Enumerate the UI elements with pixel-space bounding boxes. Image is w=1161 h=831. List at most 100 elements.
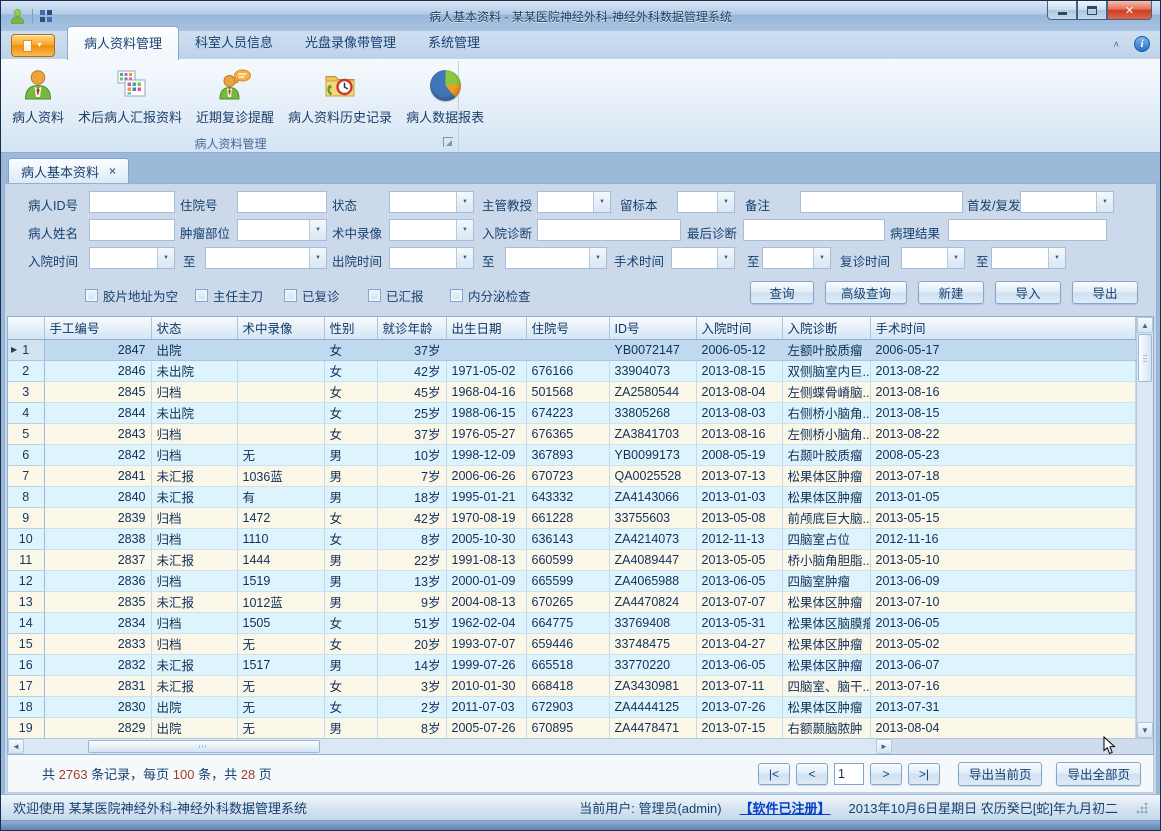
table-cell[interactable]: 男 bbox=[324, 591, 377, 612]
table-cell[interactable]: 2013-01-03 bbox=[696, 486, 782, 507]
table-cell[interactable]: 2012-11-13 bbox=[696, 528, 782, 549]
table-cell[interactable]: 未汇报 bbox=[151, 486, 237, 507]
combo-dropdown-icon[interactable]: ▼ bbox=[593, 192, 610, 212]
close-button[interactable]: ✕ bbox=[1107, 1, 1152, 20]
table-cell[interactable]: 未汇报 bbox=[151, 591, 237, 612]
table-cell[interactable]: 左侧蝶骨嵴脑... bbox=[782, 381, 870, 402]
ribbon-button-data-reports[interactable]: 病人数据报表 bbox=[399, 64, 491, 130]
filter-text-input[interactable] bbox=[237, 191, 327, 213]
column-header[interactable]: 状态 bbox=[151, 317, 237, 339]
table-cell[interactable]: 3岁 bbox=[377, 675, 446, 696]
collapse-ribbon-icon[interactable]: ∧ bbox=[1113, 40, 1120, 49]
minimize-button[interactable] bbox=[1047, 1, 1077, 20]
table-cell[interactable]: 归档 bbox=[151, 444, 237, 465]
checkbox[interactable] bbox=[368, 289, 381, 302]
table-cell[interactable]: 2837 bbox=[44, 549, 151, 570]
row-header[interactable]: 10 bbox=[8, 528, 44, 549]
table-cell[interactable]: 676365 bbox=[526, 423, 609, 444]
table-cell[interactable]: 2013-05-08 bbox=[696, 507, 782, 528]
table-cell[interactable]: 1995-01-21 bbox=[446, 486, 526, 507]
table-cell[interactable]: 2013-06-05 bbox=[696, 570, 782, 591]
table-cell[interactable]: 2013-06-05 bbox=[696, 654, 782, 675]
table-cell[interactable]: ZA4065988 bbox=[609, 570, 696, 591]
table-cell[interactable]: 女 bbox=[324, 423, 377, 444]
table-cell[interactable]: 未汇报 bbox=[151, 654, 237, 675]
table-cell[interactable]: 33770220 bbox=[609, 654, 696, 675]
table-cell[interactable]: 未汇报 bbox=[151, 675, 237, 696]
table-cell[interactable]: 9岁 bbox=[377, 591, 446, 612]
table-cell[interactable]: 无 bbox=[237, 633, 324, 654]
table-cell[interactable]: 2841 bbox=[44, 465, 151, 486]
row-header[interactable]: 12 bbox=[8, 570, 44, 591]
table-cell[interactable]: 51岁 bbox=[377, 612, 446, 633]
row-header[interactable]: 17 bbox=[8, 675, 44, 696]
import-button[interactable]: 导入 bbox=[995, 281, 1061, 304]
table-cell[interactable]: 四脑室肿瘤 bbox=[782, 570, 870, 591]
new-button[interactable]: 新建 bbox=[918, 281, 984, 304]
filter-combo[interactable]: ▼ bbox=[901, 247, 965, 269]
table-cell[interactable]: 左侧桥小脑角... bbox=[782, 423, 870, 444]
table-cell[interactable]: 男 bbox=[324, 654, 377, 675]
table-cell[interactable]: 2013-08-04 bbox=[696, 381, 782, 402]
table-cell[interactable]: 男 bbox=[324, 570, 377, 591]
table-cell[interactable]: 674223 bbox=[526, 402, 609, 423]
table-cell[interactable]: 无 bbox=[237, 675, 324, 696]
filter-combo[interactable]: ▼ bbox=[389, 219, 474, 241]
filter-combo[interactable]: ▼ bbox=[537, 191, 611, 213]
table-cell[interactable]: 2013-08-04 bbox=[870, 717, 1136, 738]
table-cell[interactable]: 归档 bbox=[151, 423, 237, 444]
table-cell[interactable]: 661228 bbox=[526, 507, 609, 528]
table-row[interactable]: 182830出院无女2岁2011-07-03672903ZA4444125201… bbox=[8, 696, 1136, 717]
checkbox[interactable] bbox=[85, 289, 98, 302]
table-cell[interactable]: 2847 bbox=[44, 339, 151, 360]
table-cell[interactable]: 归档 bbox=[151, 633, 237, 654]
table-cell[interactable]: 672903 bbox=[526, 696, 609, 717]
table-cell[interactable]: 1962-02-04 bbox=[446, 612, 526, 633]
table-cell[interactable]: 归档 bbox=[151, 381, 237, 402]
row-header[interactable]: 15 bbox=[8, 633, 44, 654]
table-cell[interactable]: 501568 bbox=[526, 381, 609, 402]
table-cell[interactable]: ZA4478471 bbox=[609, 717, 696, 738]
horizontal-scrollbar[interactable]: ◄ ► bbox=[8, 738, 892, 754]
table-cell[interactable]: 女 bbox=[324, 675, 377, 696]
table-cell[interactable]: 2013-08-15 bbox=[696, 360, 782, 381]
ribbon-button-history-records[interactable]: 病人资料历史记录 bbox=[281, 64, 399, 130]
ribbon-tab-disc-video-management[interactable]: 光盘录像带管理 bbox=[289, 26, 412, 59]
table-cell[interactable]: 33904073 bbox=[609, 360, 696, 381]
table-cell[interactable]: 665518 bbox=[526, 654, 609, 675]
column-header[interactable]: ID号 bbox=[609, 317, 696, 339]
row-header[interactable]: 2 bbox=[8, 360, 44, 381]
table-cell[interactable]: 668418 bbox=[526, 675, 609, 696]
scroll-left-icon[interactable]: ◄ bbox=[8, 739, 24, 754]
scroll-up-icon[interactable]: ▲ bbox=[1137, 317, 1153, 333]
ribbon-button-patient-data[interactable]: 病人资料 bbox=[5, 64, 71, 130]
table-cell[interactable]: 2844 bbox=[44, 402, 151, 423]
table-cell[interactable]: 前颅底巨大脑... bbox=[782, 507, 870, 528]
table-cell[interactable]: 2013-04-27 bbox=[696, 633, 782, 654]
table-row[interactable]: 132835未汇报1012蓝男9岁2004-08-13670265ZA44708… bbox=[8, 591, 1136, 612]
table-cell[interactable]: 22岁 bbox=[377, 549, 446, 570]
select-all-corner[interactable] bbox=[8, 317, 44, 339]
table-cell[interactable]: 女 bbox=[324, 402, 377, 423]
table-cell[interactable]: 女 bbox=[324, 633, 377, 654]
filter-text-input[interactable] bbox=[537, 219, 681, 241]
table-cell[interactable]: 2000-01-09 bbox=[446, 570, 526, 591]
table-cell[interactable]: 1519 bbox=[237, 570, 324, 591]
table-cell[interactable]: 右颞叶胶质瘤 bbox=[782, 444, 870, 465]
column-header[interactable]: 手工编号 bbox=[44, 317, 151, 339]
table-cell[interactable]: 2830 bbox=[44, 696, 151, 717]
row-header[interactable]: 5 bbox=[8, 423, 44, 444]
combo-dropdown-icon[interactable]: ▼ bbox=[717, 192, 734, 212]
table-cell[interactable]: 7岁 bbox=[377, 465, 446, 486]
table-cell[interactable]: 女 bbox=[324, 612, 377, 633]
table-cell[interactable]: 2013-07-31 bbox=[870, 696, 1136, 717]
ribbon-button-revisit-reminder[interactable]: 近期复诊提醒 bbox=[189, 64, 281, 130]
table-row[interactable]: 72841未汇报1036蓝男7岁2006-06-26670723QA002552… bbox=[8, 465, 1136, 486]
row-header[interactable]: 6 bbox=[8, 444, 44, 465]
table-cell[interactable]: 归档 bbox=[151, 570, 237, 591]
table-cell[interactable]: YB0072147 bbox=[609, 339, 696, 360]
table-cell[interactable]: 42岁 bbox=[377, 360, 446, 381]
table-row[interactable]: 102838归档1110女8岁2005-10-30636143ZA4214073… bbox=[8, 528, 1136, 549]
table-cell[interactable]: 2岁 bbox=[377, 696, 446, 717]
table-row[interactable]: 82840未汇报有男18岁1995-01-21643332ZA414306620… bbox=[8, 486, 1136, 507]
